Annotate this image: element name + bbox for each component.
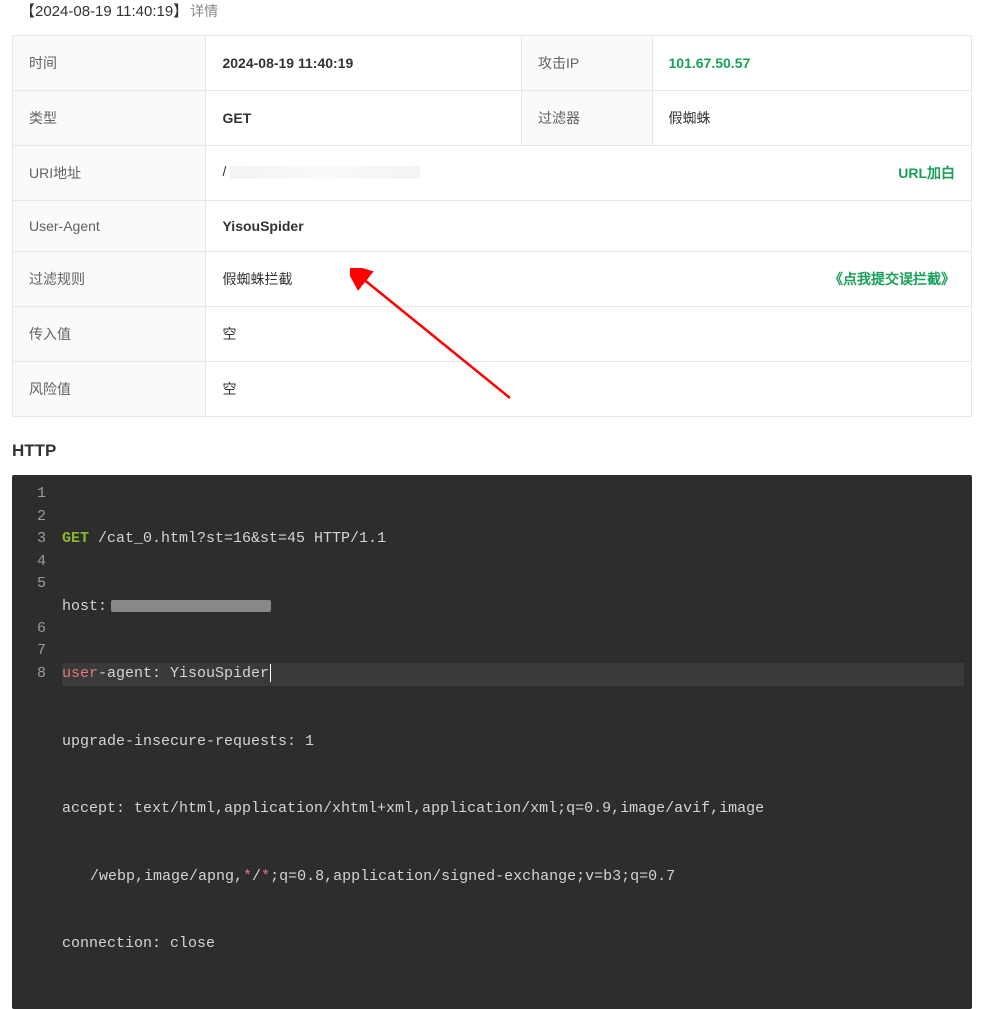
- line-number: 1: [12, 483, 50, 506]
- value-rule: 假蜘蛛拦截: [222, 271, 292, 287]
- header-timestamp: 【2024-08-19 11:40:19】: [20, 3, 188, 20]
- url-whitelist-link[interactable]: URL加白: [898, 163, 955, 183]
- value-risk: 空: [206, 362, 972, 417]
- line-number: 4: [12, 551, 50, 574]
- label-ip: 攻击IP: [522, 36, 653, 91]
- label-uri: URI地址: [13, 146, 206, 201]
- code-lines[interactable]: GET /cat_0.html?st=16&st=45 HTTP/1.1 hos…: [56, 479, 972, 1005]
- text-caret: [270, 664, 271, 682]
- tok-slash: /: [252, 868, 261, 885]
- table-row: 类型 GET 过滤器 假蜘蛛: [13, 91, 972, 146]
- ip-link[interactable]: 101.67.50.57: [669, 55, 751, 71]
- code-line: connection: close: [62, 933, 964, 956]
- value-incoming: 空: [206, 307, 972, 362]
- value-filter: 假蜘蛛: [652, 91, 971, 146]
- code-line: host:: [62, 596, 964, 619]
- cell-ip: 101.67.50.57: [652, 36, 971, 91]
- label-type: 类型: [13, 91, 206, 146]
- tok-rest: connection: close: [62, 935, 215, 952]
- code-line-highlighted: user-agent: YisouSpider: [62, 663, 964, 686]
- tok-rest: /webp,image/apng,: [90, 868, 243, 885]
- label-filter: 过滤器: [522, 91, 653, 146]
- table-row: 时间 2024-08-19 11:40:19 攻击IP 101.67.50.57: [13, 36, 972, 91]
- line-number: 6: [12, 618, 50, 641]
- tok-host: host:: [62, 598, 107, 615]
- tok-rest: accept: text/html,application/xhtml+xml,…: [62, 800, 764, 817]
- uri-redacted: [230, 166, 420, 179]
- table-row: 传入值 空: [13, 307, 972, 362]
- code-line: accept: text/html,application/xhtml+xml,…: [62, 798, 964, 821]
- host-redacted: [111, 600, 271, 612]
- code-line: /webp,image/apng,*/*;q=0.8,application/s…: [62, 866, 964, 889]
- uri-text: /: [222, 163, 226, 179]
- code-line: upgrade-insecure-requests: 1: [62, 731, 964, 754]
- value-ua: YisouSpider: [206, 201, 972, 252]
- table-row: User-Agent YisouSpider: [13, 201, 972, 252]
- header-detail-label: 详情: [190, 3, 218, 19]
- label-time: 时间: [13, 36, 206, 91]
- line-number: 5: [12, 573, 50, 596]
- code-line: GET /cat_0.html?st=16&st=45 HTTP/1.1: [62, 528, 964, 551]
- tok-path: /cat_0.html?st=16&st=45 HTTP/1.1: [89, 530, 386, 547]
- line-number: 8: [12, 663, 50, 686]
- tok-rest: ;q=0.8,application/signed-exchange;v=b3;…: [270, 868, 675, 885]
- table-row: URI地址 / URL加白: [13, 146, 972, 201]
- tok-star: *: [261, 868, 270, 885]
- code-gutter: 1 2 3 4 5 6 7 8: [12, 479, 56, 1005]
- table-row: 风险值 空: [13, 362, 972, 417]
- http-code-block[interactable]: 1 2 3 4 5 6 7 8 GET /cat_0.html?st=16&st…: [12, 475, 972, 1009]
- tok-method: GET: [62, 530, 89, 547]
- page-header: 【2024-08-19 11:40:19】详情: [12, 0, 972, 35]
- table-row: 过滤规则 假蜘蛛拦截 《点我提交误拦截》: [13, 252, 972, 307]
- value-uri: / URL加白: [206, 146, 972, 201]
- submit-false-positive-link[interactable]: 《点我提交误拦截》: [829, 269, 955, 289]
- label-risk: 风险值: [13, 362, 206, 417]
- http-section-title: HTTP: [12, 417, 972, 475]
- tok-rest: -agent: YisouSpider: [98, 665, 269, 682]
- line-number: 2: [12, 506, 50, 529]
- label-incoming: 传入值: [13, 307, 206, 362]
- value-time: 2024-08-19 11:40:19: [206, 36, 522, 91]
- label-rule: 过滤规则: [13, 252, 206, 307]
- line-number: 3: [12, 528, 50, 551]
- label-ua: User-Agent: [13, 201, 206, 252]
- value-type: GET: [206, 91, 522, 146]
- tok-star: *: [243, 868, 252, 885]
- detail-table: 时间 2024-08-19 11:40:19 攻击IP 101.67.50.57…: [12, 35, 972, 417]
- value-rule-cell: 假蜘蛛拦截 《点我提交误拦截》: [206, 252, 972, 307]
- tok-user: user: [62, 665, 98, 682]
- line-number: 7: [12, 640, 50, 663]
